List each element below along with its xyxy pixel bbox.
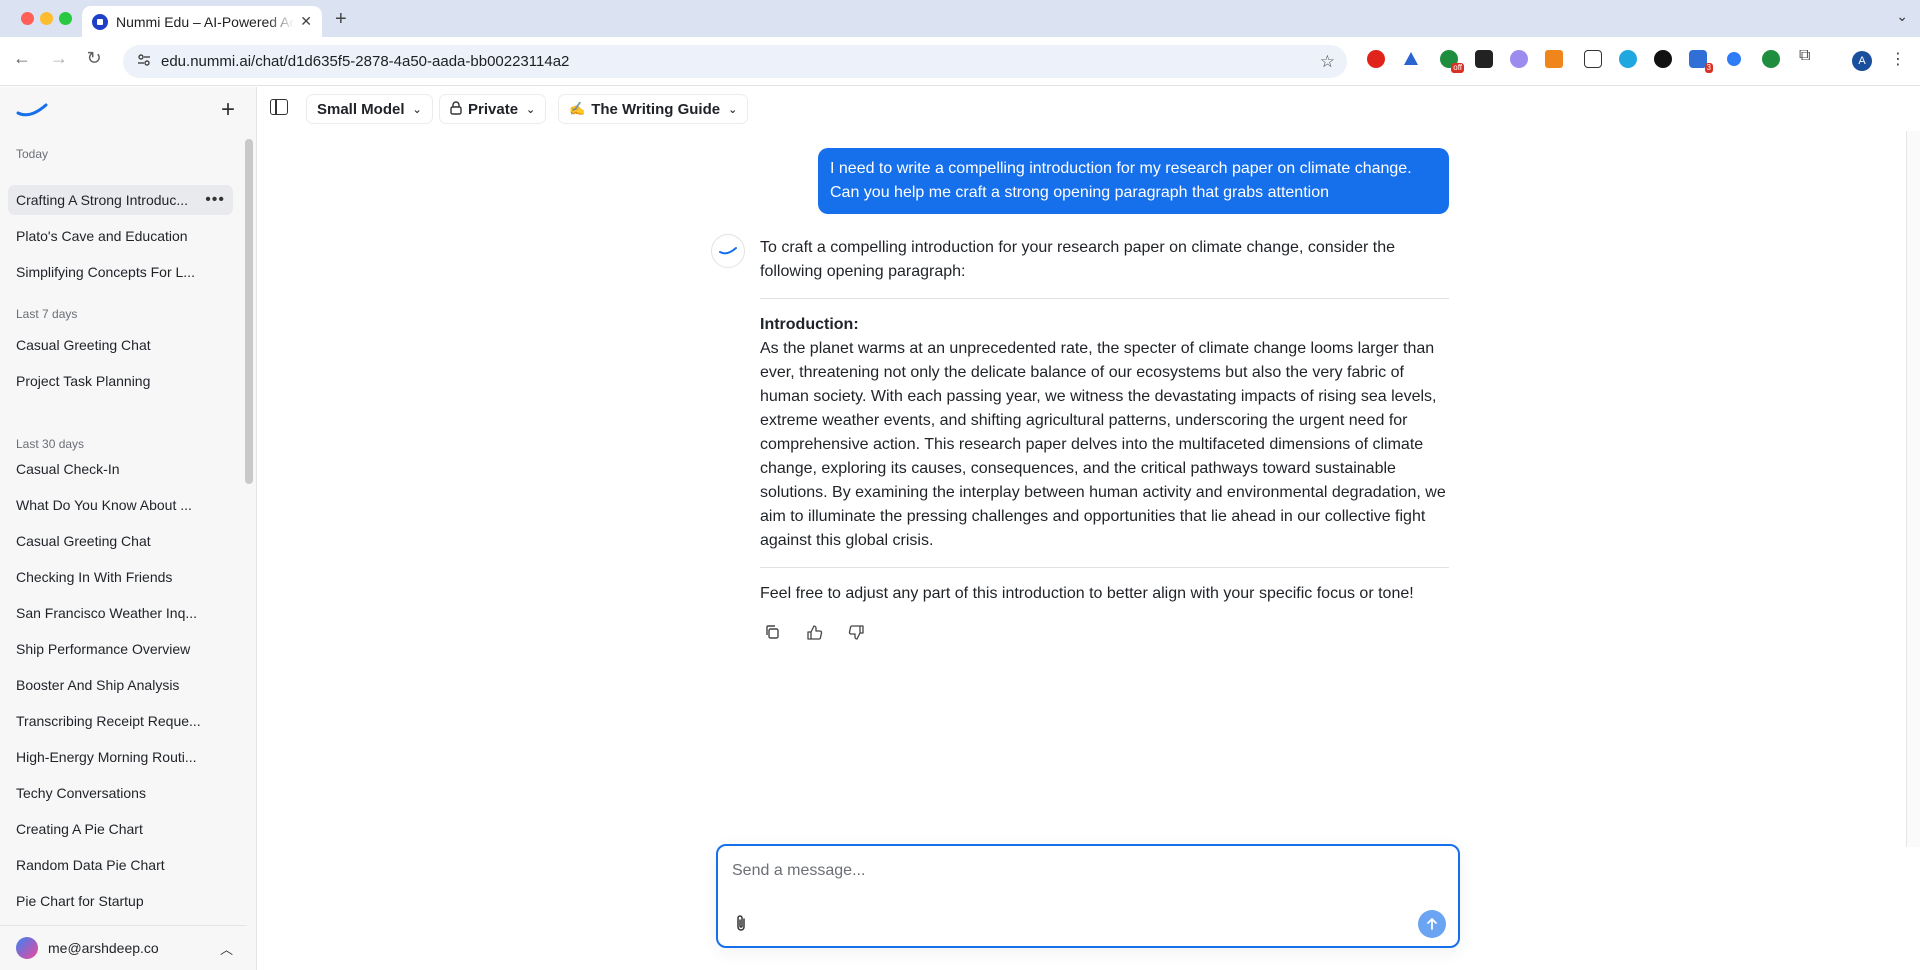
tab-close-icon[interactable]: ✕ [300,13,312,30]
assistant-message: To craft a compelling introduction for y… [760,236,1449,644]
writing-hand-icon: ✍️ [569,101,586,116]
chevron-down-icon: ⌄ [526,103,536,116]
sidebar-item[interactable]: San Francisco Weather Inq... [8,598,233,628]
cursor-extension-icon[interactable] [1762,50,1780,68]
off-badge-extension-icon[interactable]: off [1440,50,1464,73]
sidebar-item[interactable]: Checking In With Friends [8,562,233,592]
url-text: edu.nummi.ai/chat/d1d635f5-2878-4a50-aad… [161,53,570,70]
nummi-logo-icon[interactable] [16,102,48,118]
copy-icon[interactable] [760,620,784,644]
chat-scrollbar[interactable] [1906,131,1920,847]
sidebar-item[interactable]: Ship Performance Overview [8,634,233,664]
user-email: me@arshdeep.co [48,940,159,956]
opera-icon[interactable] [1367,50,1385,68]
sidebar-item[interactable]: Casual Greeting Chat [8,526,233,556]
sidebar-item[interactable]: Random Data Pie Chart [8,850,233,880]
sidebar-item[interactable]: Casual Check-In [8,454,233,484]
sidebar-item[interactable]: Techy Conversations [8,778,233,808]
new-chat-button[interactable]: + [221,96,235,124]
sidebar-item-label: Crafting A Strong Introduc... [16,192,188,208]
drive-icon[interactable] [1402,50,1420,68]
sidebar-item[interactable]: Project Task Planning [8,366,233,396]
tab-search-chevron-icon[interactable]: ⌄ [1896,8,1908,25]
browser-tab-active[interactable]: Nummi Edu – AI-Powered Academic ✕ [82,6,322,37]
new-tab-button[interactable]: + [335,8,347,31]
sidebar-item[interactable]: High-Energy Morning Routi... [8,742,233,772]
avatar [16,937,38,959]
arrow-up-icon [1427,918,1437,930]
user-message-bubble: I need to write a compelling introductio… [818,148,1449,214]
guide-selector-label: The Writing Guide [591,100,721,118]
divider [760,567,1449,568]
minimize-window-button[interactable] [40,12,53,25]
sidebar-item[interactable]: Transcribing Receipt Reque... [8,706,233,736]
guide-selector[interactable]: ✍️ The Writing Guide ⌄ [558,94,749,124]
send-button[interactable] [1418,910,1446,938]
site-settings-icon[interactable] [129,53,159,70]
sidebar-item-crafting-intro[interactable]: Crafting A Strong Introduc... ••• [8,185,233,215]
assistant-lead-text: To craft a compelling introduction for y… [760,239,1396,280]
metamask-icon[interactable] [1545,50,1563,68]
assistant-avatar [711,234,745,268]
assistant-body-text: As the planet warms at an unprecedented … [760,340,1446,549]
user-menu-button[interactable]: me@arshdeep.co ︿ [0,925,247,970]
chat-extension-icon[interactable] [1510,50,1528,68]
close-window-button[interactable] [21,12,34,25]
paperclip-icon[interactable] [734,914,748,937]
chat-toolbar: Small Model ⌄ Private ⌄ ✍️ The Writing G… [258,87,1920,131]
nummi-logo-icon [719,247,737,255]
blue-dot-extension-icon[interactable] [1727,52,1741,66]
lock-icon [450,100,462,118]
sidebar-item[interactable]: Casual Greeting Chat [8,330,233,360]
section-label-today: Today [16,147,49,161]
sidebar-item[interactable]: What Do You Know About ... [8,490,233,520]
sidebar-item[interactable]: Creating A Pie Chart [8,814,233,844]
section-label-last-30-days: Last 30 days [16,437,85,451]
chevron-up-icon: ︿ [219,941,233,957]
nummi-favicon-icon [92,13,108,30]
more-options-icon[interactable]: ••• [205,185,225,215]
browser-toolbar: ← → ↻ edu.nummi.ai/chat/d1d635f5-2878-4a… [0,37,1920,86]
f-extension-icon[interactable] [1475,50,1493,68]
bookmark-star-icon[interactable]: ☆ [1320,52,1335,72]
back-arrow-icon[interactable]: ← [10,48,34,69]
forward-arrow-icon[interactable]: → [47,48,71,69]
message-input[interactable] [732,858,1432,884]
browser-menu-icon[interactable]: ⋮ [1890,49,1906,69]
address-bar[interactable]: edu.nummi.ai/chat/d1d635f5-2878-4a50-aad… [123,45,1347,78]
section-label-last-7-days: Last 7 days [16,307,78,321]
assistant-closing-text: Feel free to adjust any part of this int… [760,585,1414,602]
profile-avatar[interactable]: A [1852,51,1872,71]
message-composer [716,844,1460,948]
sidebar-item[interactable]: Booster And Ship Analysis [8,670,233,700]
puzzle-icon[interactable]: ⧉ [1799,47,1817,65]
divider [760,298,1449,299]
browser-tabstrip: Nummi Edu – AI-Powered Academic ✕ + ⌄ [0,0,1920,37]
thumbs-up-icon[interactable] [802,620,826,644]
dot-extension-icon[interactable] [1654,50,1672,68]
thumbs-down-icon[interactable] [844,620,868,644]
toggle-sidebar-icon[interactable] [270,99,288,115]
sidebar-scrollbar[interactable] [245,139,253,484]
sidebar: + Today Crafting A Strong Introduc... ••… [0,87,257,970]
model-selector[interactable]: Small Model ⌄ [306,94,433,124]
reload-icon[interactable]: ↻ [82,48,106,69]
message-actions [760,620,1449,644]
sidebar-item[interactable]: Plato's Cave and Education [8,221,233,251]
visibility-selector[interactable]: Private ⌄ [439,94,547,124]
tab-title: Nummi Edu – AI-Powered Academic [116,13,295,30]
sidebar-item[interactable]: Simplifying Concepts For L... [8,257,233,287]
maximize-window-button[interactable] [59,12,72,25]
globe-extension-icon[interactable] [1619,50,1637,68]
sidebar-item[interactable]: Pie Chart for Startup [8,886,233,916]
tab-extension-icon[interactable] [1584,50,1602,68]
chevron-down-icon: ⌄ [728,103,738,116]
chevron-down-icon: ⌄ [412,103,422,116]
model-selector-label: Small Model [317,100,405,118]
visibility-selector-label: Private [468,100,519,118]
assistant-heading: Introduction: [760,316,859,333]
grid-extension-icon[interactable]: 3 [1689,50,1713,73]
